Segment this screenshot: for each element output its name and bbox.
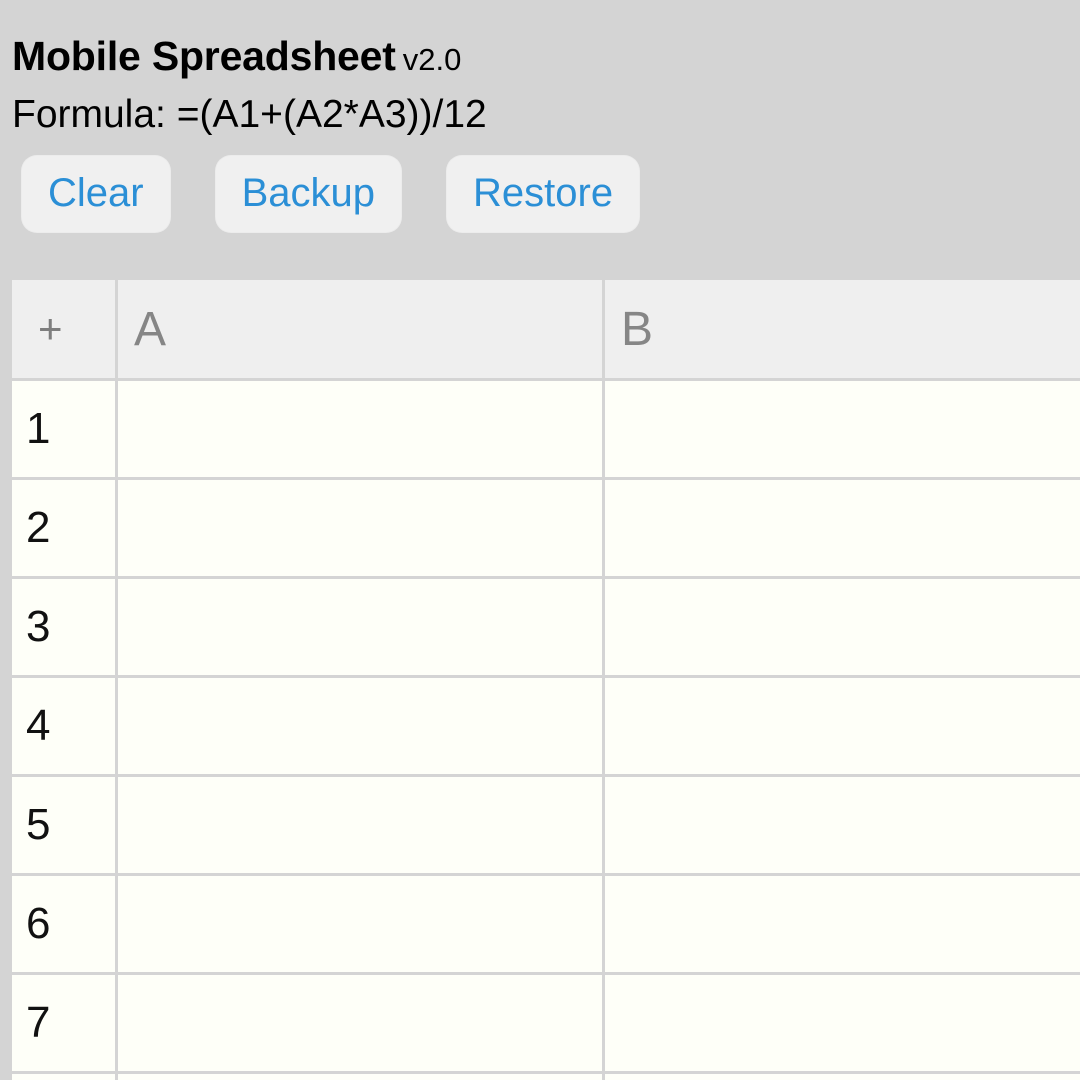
grid-header-row: + A B [12, 280, 1080, 378]
table-row: 7 [12, 975, 1080, 1071]
row-header-3[interactable]: 3 [12, 579, 115, 675]
page-title: Mobile Spreadsheet v2.0 [12, 30, 1080, 86]
clear-button[interactable]: Clear [22, 156, 170, 232]
spreadsheet-app: Mobile Spreadsheet v2.0 Formula: =(A1+(A2… [0, 0, 1080, 1080]
row-header-1[interactable]: 1 [12, 381, 115, 477]
cell-b6[interactable] [605, 876, 1080, 972]
row-header-8[interactable]: 8 [12, 1074, 115, 1080]
cell-b4[interactable] [605, 678, 1080, 774]
table-row: 1 [12, 381, 1080, 477]
row-header-4[interactable]: 4 [12, 678, 115, 774]
cell-a4[interactable] [118, 678, 602, 774]
restore-button[interactable]: Restore [447, 156, 640, 232]
row-header-5[interactable]: 5 [12, 777, 115, 873]
table-row: 5 [12, 777, 1080, 873]
formula-label: Formula: [12, 93, 166, 136]
app-header: Mobile Spreadsheet v2.0 Formula: =(A1+(A2… [0, 0, 1080, 142]
row-header-7[interactable]: 7 [12, 975, 115, 1071]
cell-b2[interactable] [605, 480, 1080, 576]
column-header-a[interactable]: A [118, 280, 602, 378]
row-header-2[interactable]: 2 [12, 480, 115, 576]
cell-a2[interactable] [118, 480, 602, 576]
table-row: 2 [12, 480, 1080, 576]
app-title-text: Mobile Spreadsheet [12, 33, 396, 79]
backup-button[interactable]: Backup [215, 156, 402, 232]
formula-value[interactable]: =(A1+(A2*A3))/12 [177, 93, 487, 136]
app-version-label: v2.0 [402, 42, 462, 77]
cell-b8[interactable] [605, 1074, 1080, 1080]
add-column-button[interactable]: + [12, 280, 115, 378]
cell-a5[interactable] [118, 777, 602, 873]
cell-a3[interactable] [118, 579, 602, 675]
cell-b3[interactable] [605, 579, 1080, 675]
row-header-6[interactable]: 6 [12, 876, 115, 972]
toolbar: Clear Backup Restore [0, 142, 1080, 232]
table-row: 6 [12, 876, 1080, 972]
cell-b5[interactable] [605, 777, 1080, 873]
cell-b1[interactable] [605, 381, 1080, 477]
cell-b7[interactable] [605, 975, 1080, 1071]
table-row: 8 [12, 1074, 1080, 1080]
cell-a1[interactable] [118, 381, 602, 477]
table-row: 4 [12, 678, 1080, 774]
table-row: 3 [12, 579, 1080, 675]
cell-a8[interactable] [118, 1074, 602, 1080]
cell-a7[interactable] [118, 975, 602, 1071]
formula-bar[interactable]: Formula: =(A1+(A2*A3))/12 [12, 88, 1080, 142]
cell-a6[interactable] [118, 876, 602, 972]
column-header-b[interactable]: B [605, 280, 1080, 378]
spreadsheet-grid: + A B 1 2 3 4 5 6 7 [12, 280, 1080, 1080]
